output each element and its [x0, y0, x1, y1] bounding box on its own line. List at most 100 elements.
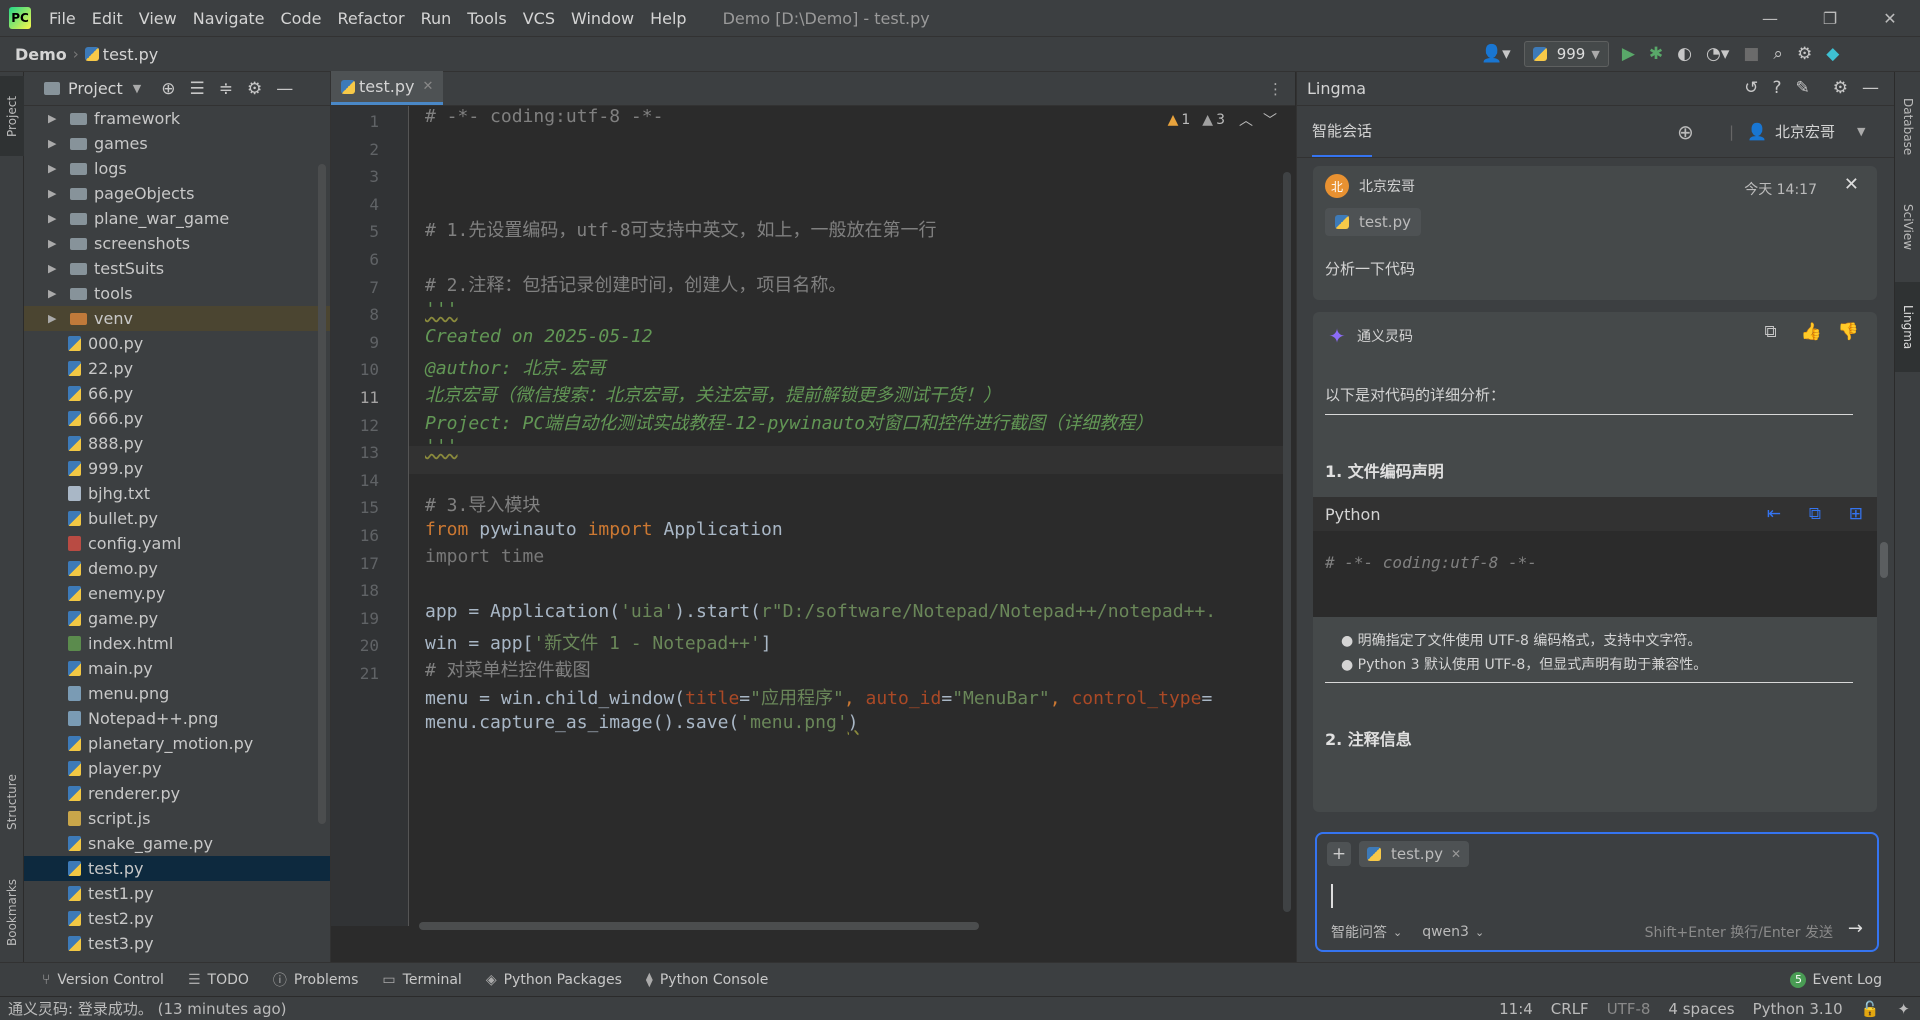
tree-file[interactable]: bjhg.txt [24, 481, 330, 506]
chevron-right-icon[interactable]: ▶ [48, 187, 62, 200]
chat-scrollbar[interactable] [1880, 542, 1888, 578]
menu-run[interactable]: Run [413, 9, 460, 28]
coverage-icon[interactable]: ◐ [1677, 44, 1692, 64]
indent-setting[interactable]: 4 spaces [1668, 1000, 1734, 1018]
chevron-right-icon[interactable]: ▶ [48, 287, 62, 300]
mode-selector[interactable]: 智能问答 [1331, 922, 1387, 942]
profile-icon[interactable]: ◔▾ [1706, 44, 1729, 64]
tool-tab-database[interactable]: Database [1895, 82, 1920, 172]
tree-file[interactable]: 000.py [24, 331, 330, 356]
chevron-down-icon[interactable]: ▼ [1857, 125, 1865, 138]
panel-options-gear-icon[interactable]: ⚙ [247, 79, 262, 99]
tree-file[interactable]: test1.py [24, 881, 330, 906]
menu-code[interactable]: Code [273, 9, 330, 28]
tree-file[interactable]: test3.py [24, 931, 330, 956]
tree-file[interactable]: 888.py [24, 431, 330, 456]
user-name[interactable]: 北京宏哥 [1775, 121, 1835, 142]
user-account-icon[interactable]: 👤▾ [1481, 44, 1511, 64]
tool-tab-bookmarks[interactable]: Bookmarks [0, 862, 24, 962]
add-context-icon[interactable]: + [1327, 842, 1351, 866]
chevron-right-icon[interactable]: ▶ [48, 212, 62, 225]
tree-file[interactable]: 999.py [24, 456, 330, 481]
tool-tab-lingma[interactable]: Lingma [1895, 282, 1920, 372]
menu-help[interactable]: Help [642, 9, 694, 28]
tool-python-packages[interactable]: ◈ Python Packages [486, 972, 622, 988]
new-chat-edit-icon[interactable]: ✎ [1796, 78, 1810, 98]
tool-version-control[interactable]: ⑂ Version Control [42, 972, 164, 988]
menu-window[interactable]: Window [563, 9, 642, 28]
tool-tab-structure[interactable]: Structure [0, 752, 24, 852]
tree-file[interactable]: enemy.py [24, 581, 330, 606]
tree-file[interactable]: 666.py [24, 406, 330, 431]
model-selector[interactable]: qwen3 [1422, 924, 1469, 940]
lingma-settings-gear-icon[interactable]: ⚙ [1833, 78, 1848, 98]
tree-file[interactable]: menu.png [24, 681, 330, 706]
tree-folder-games[interactable]: ▶ games [24, 131, 330, 156]
tree-folder-plane_war_game[interactable]: ▶ plane_war_game [24, 206, 330, 231]
chevron-right-icon[interactable]: ▶ [48, 262, 62, 275]
delete-message-icon[interactable]: ✕ [1844, 174, 1859, 195]
tree-file[interactable]: test2.py [24, 906, 330, 931]
locate-icon[interactable]: ⊕ [161, 79, 175, 99]
breadcrumb-project[interactable]: Demo [15, 45, 67, 64]
minimize-button[interactable]: — [1740, 0, 1800, 36]
tree-file[interactable]: planetary_motion.py [24, 731, 330, 756]
tree-folder-screenshots[interactable]: ▶ screenshots [24, 231, 330, 256]
tree-file[interactable]: test.py [24, 856, 330, 881]
tree-file[interactable]: demo.py [24, 556, 330, 581]
menu-file[interactable]: File [41, 9, 84, 28]
context-file-chip[interactable]: test.py ✕ [1359, 841, 1470, 867]
stop-icon[interactable]: ■ [1743, 44, 1759, 64]
tree-file[interactable]: config.yaml [24, 531, 330, 556]
tab-test-py[interactable]: test.py ✕ [331, 71, 444, 105]
menu-refactor[interactable]: Refactor [329, 9, 412, 28]
copy-icon[interactable]: ⧉ [1765, 322, 1777, 342]
hide-panel-icon[interactable]: — [1862, 78, 1879, 98]
chevron-right-icon[interactable]: ▶ [48, 162, 62, 175]
tree-folder-tools[interactable]: ▶ tools [24, 281, 330, 306]
restore-button[interactable]: ❐ [1800, 0, 1860, 36]
settings-gear-icon[interactable]: ⚙ [1797, 44, 1812, 64]
close-window-button[interactable]: ✕ [1860, 0, 1920, 36]
add-chat-icon[interactable]: ⊕ [1677, 120, 1694, 144]
tool-python-console[interactable]: ⧫ Python Console [646, 972, 768, 988]
project-panel-title[interactable]: Project [68, 79, 123, 98]
tab-options-icon[interactable]: ⋮ [1268, 80, 1283, 98]
text-cursor[interactable] [1331, 884, 1333, 908]
insert-code-icon[interactable]: ⇤ [1767, 504, 1781, 524]
menu-tools[interactable]: Tools [459, 9, 514, 28]
send-arrow-icon[interactable]: → [1848, 918, 1863, 939]
tree-folder-pageObjects[interactable]: ▶ pageObjects [24, 181, 330, 206]
chevron-right-icon[interactable]: ▶ [48, 137, 62, 150]
tab-smart-chat[interactable]: 智能会话 [1312, 106, 1373, 157]
tree-file[interactable]: main.py [24, 656, 330, 681]
tool-problems[interactable]: ⓘ Problems [273, 970, 359, 990]
breadcrumb-file[interactable]: test.py [103, 45, 158, 64]
tree-file[interactable]: script.js [24, 806, 330, 831]
chevron-right-icon[interactable]: ▶ [48, 312, 62, 325]
thumbs-down-icon[interactable]: 👎 [1838, 322, 1859, 342]
menu-navigate[interactable]: Navigate [185, 9, 273, 28]
inspection-widget[interactable]: ▲ 1 ▲ 3 ︿ ﹀ [1168, 110, 1277, 130]
lingma-status-icon[interactable]: ✦ [1897, 1000, 1910, 1018]
run-icon[interactable]: ▶ [1622, 44, 1635, 64]
tree-folder-testSuits[interactable]: ▶ testSuits [24, 256, 330, 281]
tree-file[interactable]: game.py [24, 606, 330, 631]
tree-file[interactable]: renderer.py [24, 781, 330, 806]
menu-view[interactable]: View [131, 9, 185, 28]
tool-tab-sciview[interactable]: SciView [1895, 182, 1920, 272]
help-icon[interactable]: ? [1772, 78, 1781, 98]
run-config-selector[interactable]: 999 ▼ [1523, 41, 1609, 67]
tree-file[interactable]: bullet.py [24, 506, 330, 531]
tree-folder-framework[interactable]: ▶ framework [24, 106, 330, 131]
hide-panel-icon[interactable]: — [276, 79, 293, 99]
status-message[interactable]: 通义灵码: 登录成功。 (13 minutes ago) [8, 998, 287, 1019]
debug-icon[interactable]: ✱ [1649, 44, 1663, 64]
tree-folder-venv[interactable]: ▶ venv [24, 306, 330, 331]
chevron-down-icon[interactable]: ⌄ [1475, 926, 1484, 939]
previous-highlight-icon[interactable]: ︿ [1239, 110, 1253, 130]
tree-folder-logs[interactable]: ▶ logs [24, 156, 330, 181]
tree-file[interactable]: player.py [24, 756, 330, 781]
file-encoding[interactable]: UTF-8 [1607, 1000, 1651, 1018]
new-file-icon[interactable]: ⊞ [1849, 504, 1863, 524]
